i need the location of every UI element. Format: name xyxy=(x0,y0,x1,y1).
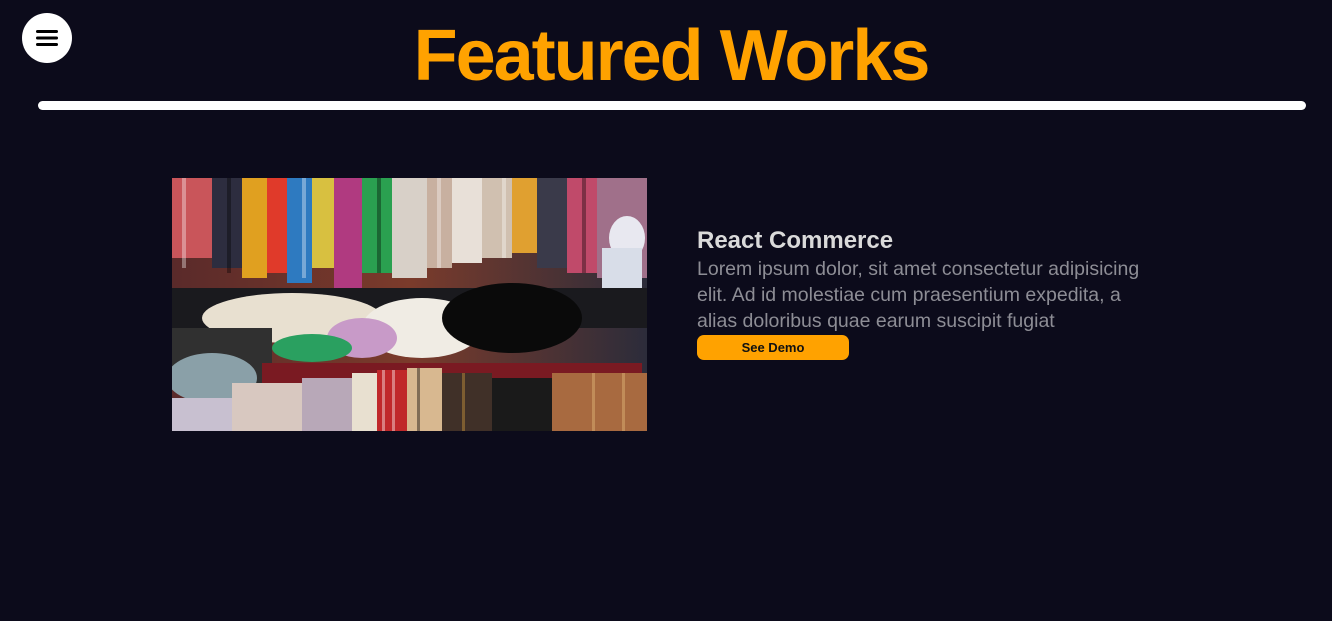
project-image xyxy=(172,178,647,431)
project-title: React Commerce xyxy=(697,227,894,254)
see-demo-button[interactable]: See Demo xyxy=(697,335,849,360)
page-title: Featured Works xyxy=(413,16,931,96)
title-divider xyxy=(38,101,1306,110)
project-card: React Commerce Lorem ipsum dolor, sit am… xyxy=(697,226,1167,360)
project-description: Lorem ipsum dolor, sit amet consectetur … xyxy=(697,258,1140,332)
